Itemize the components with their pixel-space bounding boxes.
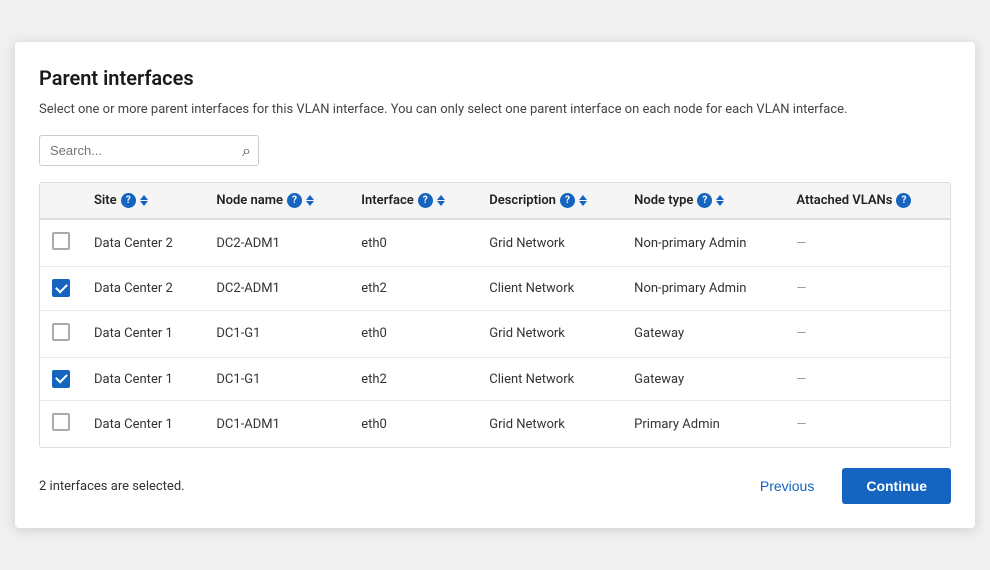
description-help-icon[interactable]: ? [560,193,575,208]
cell-attached_vlans: — [784,267,950,311]
row-checkbox-2[interactable] [52,323,70,341]
cell-interface: eth2 [349,267,477,311]
checkbox-cell [40,357,82,401]
col-header-interface: Interface ? [349,183,477,219]
search-container: ⌕ [39,135,259,166]
cell-description: Grid Network [477,310,622,357]
col-attached-vlans-label: Attached VLANs [796,193,892,208]
cell-attached_vlans: — [784,357,950,401]
table-wrapper: Site ? Node name ? [39,182,951,448]
node-type-help-icon[interactable]: ? [697,193,712,208]
cell-site: Data Center 2 [82,219,204,267]
col-header-description: Description ? [477,183,622,219]
checkbox-cell [40,401,82,448]
cell-node_type: Primary Admin [622,401,784,448]
cell-description: Grid Network [477,401,622,448]
cell-site: Data Center 1 [82,401,204,448]
col-description-label: Description [489,193,556,208]
cell-node_name: DC2-ADM1 [204,267,349,311]
cell-attached_vlans: — [784,310,950,357]
checkbox-cell [40,267,82,311]
footer-actions: Previous Continue [748,468,951,504]
cell-site: Data Center 1 [82,310,204,357]
col-interface-label: Interface [361,193,414,208]
cell-node_type: Non-primary Admin [622,219,784,267]
table-row: Data Center 2DC2-ADM1eth2Client NetworkN… [40,267,950,311]
table-row: Data Center 1DC1-G1eth0Grid NetworkGatew… [40,310,950,357]
table-row: Data Center 1DC1-ADM1eth0Grid NetworkPri… [40,401,950,448]
cell-site: Data Center 2 [82,267,204,311]
checkbox-cell [40,310,82,357]
col-header-node-name: Node name ? [204,183,349,219]
cell-interface: eth0 [349,401,477,448]
modal-title: Parent interfaces [39,66,951,90]
col-node-type-label: Node type [634,193,693,208]
description-sort-icon[interactable] [579,195,587,206]
cell-description: Client Network [477,267,622,311]
cell-description: Client Network [477,357,622,401]
row-checkbox-4[interactable] [52,413,70,431]
cell-node_name: DC2-ADM1 [204,219,349,267]
table-scroll[interactable]: Site ? Node name ? [40,183,950,447]
node-type-sort-icon[interactable] [716,195,724,206]
cell-node_name: DC1-G1 [204,357,349,401]
col-site-label: Site [94,193,117,208]
cell-interface: eth0 [349,219,477,267]
row-checkbox-1[interactable] [52,279,70,297]
cell-interface: eth2 [349,357,477,401]
cell-description: Grid Network [477,219,622,267]
cell-node_type: Gateway [622,357,784,401]
cell-node_type: Gateway [622,310,784,357]
table-row: Data Center 1DC1-G1eth2Client NetworkGat… [40,357,950,401]
cell-node_name: DC1-G1 [204,310,349,357]
search-input[interactable] [39,135,259,166]
row-checkbox-3[interactable] [52,370,70,388]
node-name-help-icon[interactable]: ? [287,193,302,208]
interfaces-table: Site ? Node name ? [40,183,950,447]
cell-node_type: Non-primary Admin [622,267,784,311]
search-icon[interactable]: ⌕ [242,141,251,161]
footer-status: 2 interfaces are selected. [39,479,185,494]
interface-help-icon[interactable]: ? [418,193,433,208]
col-header-site: Site ? [82,183,204,219]
row-checkbox-0[interactable] [52,232,70,250]
interface-sort-icon[interactable] [437,195,445,206]
cell-node_name: DC1-ADM1 [204,401,349,448]
cell-site: Data Center 1 [82,357,204,401]
footer: 2 interfaces are selected. Previous Cont… [39,468,951,504]
checkbox-cell [40,219,82,267]
cell-attached_vlans: — [784,401,950,448]
attached-vlans-help-icon[interactable]: ? [896,193,911,208]
col-node-name-label: Node name [216,193,283,208]
table-row: Data Center 2DC2-ADM1eth0Grid NetworkNon… [40,219,950,267]
col-header-node-type: Node type ? [622,183,784,219]
site-help-icon[interactable]: ? [121,193,136,208]
parent-interfaces-modal: Parent interfaces Select one or more par… [15,42,975,529]
cell-attached_vlans: — [784,219,950,267]
site-sort-icon[interactable] [140,195,148,206]
col-header-checkbox [40,183,82,219]
cell-interface: eth0 [349,310,477,357]
continue-button[interactable]: Continue [842,468,951,504]
col-header-attached-vlans: Attached VLANs ? [784,183,950,219]
previous-button[interactable]: Previous [748,470,826,502]
node-name-sort-icon[interactable] [306,195,314,206]
modal-description: Select one or more parent interfaces for… [39,100,951,120]
